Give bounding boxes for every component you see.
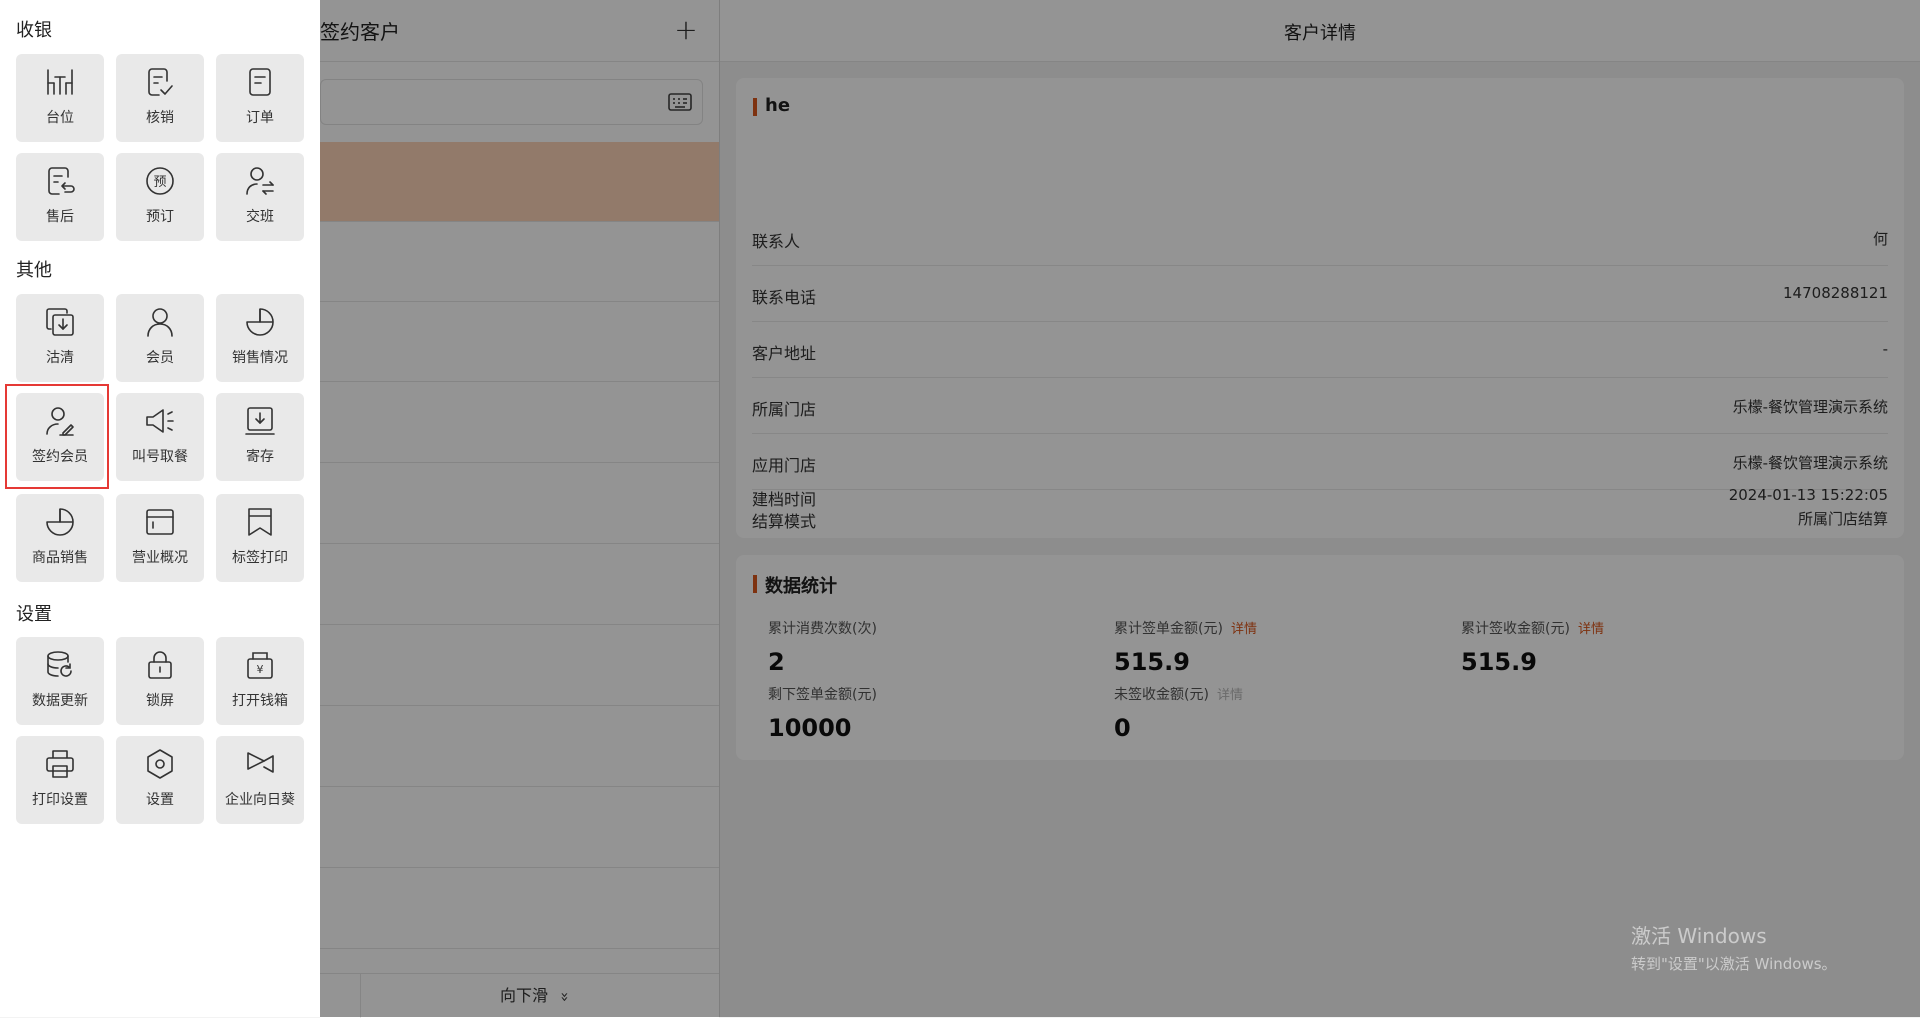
tile-label: 叫号取餐 xyxy=(132,449,188,465)
tile-label: 台位 xyxy=(46,110,74,126)
menu-tile-label-print[interactable]: 标签打印 xyxy=(216,494,304,582)
tile-label: 售后 xyxy=(46,209,74,225)
verify-icon xyxy=(148,68,173,96)
menu-tile-after-sales[interactable]: 售后 xyxy=(16,153,104,241)
menu-tile-call-number[interactable]: 叫号取餐 xyxy=(116,393,204,481)
tile-label: 设置 xyxy=(146,792,174,808)
call-number-icon xyxy=(146,409,174,433)
tile-label: 打印设置 xyxy=(32,792,88,808)
tile-label: 核销 xyxy=(146,110,174,126)
tile-label: 企业向日葵 xyxy=(225,792,295,808)
tile-label: 打开钱箱 xyxy=(232,693,288,709)
remote-desktop-icon xyxy=(247,752,274,773)
shift-handover-icon xyxy=(246,167,274,195)
menu-tile-product-sales[interactable]: 商品销售 xyxy=(16,494,104,582)
tile-label: 预订 xyxy=(146,209,174,225)
watermark-title: 激活 Windows xyxy=(1631,924,1767,948)
tile-label: 会员 xyxy=(146,350,174,366)
menu-tile-lock-screen[interactable]: 锁屏 xyxy=(116,637,204,725)
menu-tile-shift-handover[interactable]: 交班 xyxy=(216,153,304,241)
reservation-icon: 预 xyxy=(146,167,174,195)
menu-tile-business-overview[interactable]: 营业概况 xyxy=(116,494,204,582)
tile-label: 销售情况 xyxy=(232,350,288,366)
business-overview-icon xyxy=(146,509,174,535)
menu-tile-member[interactable]: 会员 xyxy=(116,294,204,382)
tile-label: 标签打印 xyxy=(232,550,288,566)
settings-icon xyxy=(147,749,173,779)
menu-tile-data-update[interactable]: 数据更新 xyxy=(16,637,104,725)
menu-tile-reservation[interactable]: 预 预订 xyxy=(116,153,204,241)
section-title-settings: 设置 xyxy=(16,604,52,625)
svg-text:预: 预 xyxy=(153,175,166,190)
function-menu-drawer: 收银 台位 核销 订单 售后 预 预订 交班 其他 沽清 会员 销售情况 签约会… xyxy=(0,0,320,1017)
tile-label: 寄存 xyxy=(246,449,274,465)
tile-label: 数据更新 xyxy=(32,693,88,709)
tile-label: 营业概况 xyxy=(132,550,188,566)
tile-label: 交班 xyxy=(246,209,274,225)
table-icon xyxy=(47,69,73,95)
tile-label: 商品销售 xyxy=(32,550,88,566)
cash-box-icon: ¥ xyxy=(247,652,273,679)
menu-tile-sold-out[interactable]: 沽清 xyxy=(16,294,104,382)
watermark-subtitle: 转到"设置"以激活 Windows。 xyxy=(1631,955,1837,973)
menu-tile-storage[interactable]: 寄存 xyxy=(216,393,304,481)
menu-tile-order[interactable]: 订单 xyxy=(216,54,304,142)
menu-tile-sales-status[interactable]: 销售情况 xyxy=(216,294,304,382)
after-sales-icon xyxy=(48,167,75,195)
lock-icon xyxy=(148,651,172,679)
printer-icon xyxy=(46,750,74,778)
highlight-frame xyxy=(5,384,109,489)
tile-label: 订单 xyxy=(246,110,274,126)
menu-tile-verify[interactable]: 核销 xyxy=(116,54,204,142)
menu-tile-open-cash-box[interactable]: ¥ 打开钱箱 xyxy=(216,637,304,725)
product-sales-icon xyxy=(46,508,74,536)
menu-tile-remote-desktop[interactable]: 企业向日葵 xyxy=(216,736,304,824)
data-update-icon xyxy=(47,651,72,677)
menu-tile-table[interactable]: 台位 xyxy=(16,54,104,142)
svg-text:¥: ¥ xyxy=(257,663,264,676)
section-title-other: 其他 xyxy=(16,260,52,281)
sales-pie-icon xyxy=(246,308,274,336)
menu-tile-settings[interactable]: 设置 xyxy=(116,736,204,824)
menu-tile-print-settings[interactable]: 打印设置 xyxy=(16,736,104,824)
section-title-cashier: 收银 xyxy=(16,20,52,41)
tile-label: 锁屏 xyxy=(146,693,174,709)
windows-activation-watermark: 激活 Windows 转到"设置"以激活 Windows。 xyxy=(1631,920,1837,974)
sold-out-icon xyxy=(46,308,74,336)
tile-label: 沽清 xyxy=(46,350,74,366)
storage-icon xyxy=(245,407,275,435)
order-icon xyxy=(249,68,271,96)
member-icon xyxy=(147,308,173,337)
label-print-icon xyxy=(248,508,272,536)
